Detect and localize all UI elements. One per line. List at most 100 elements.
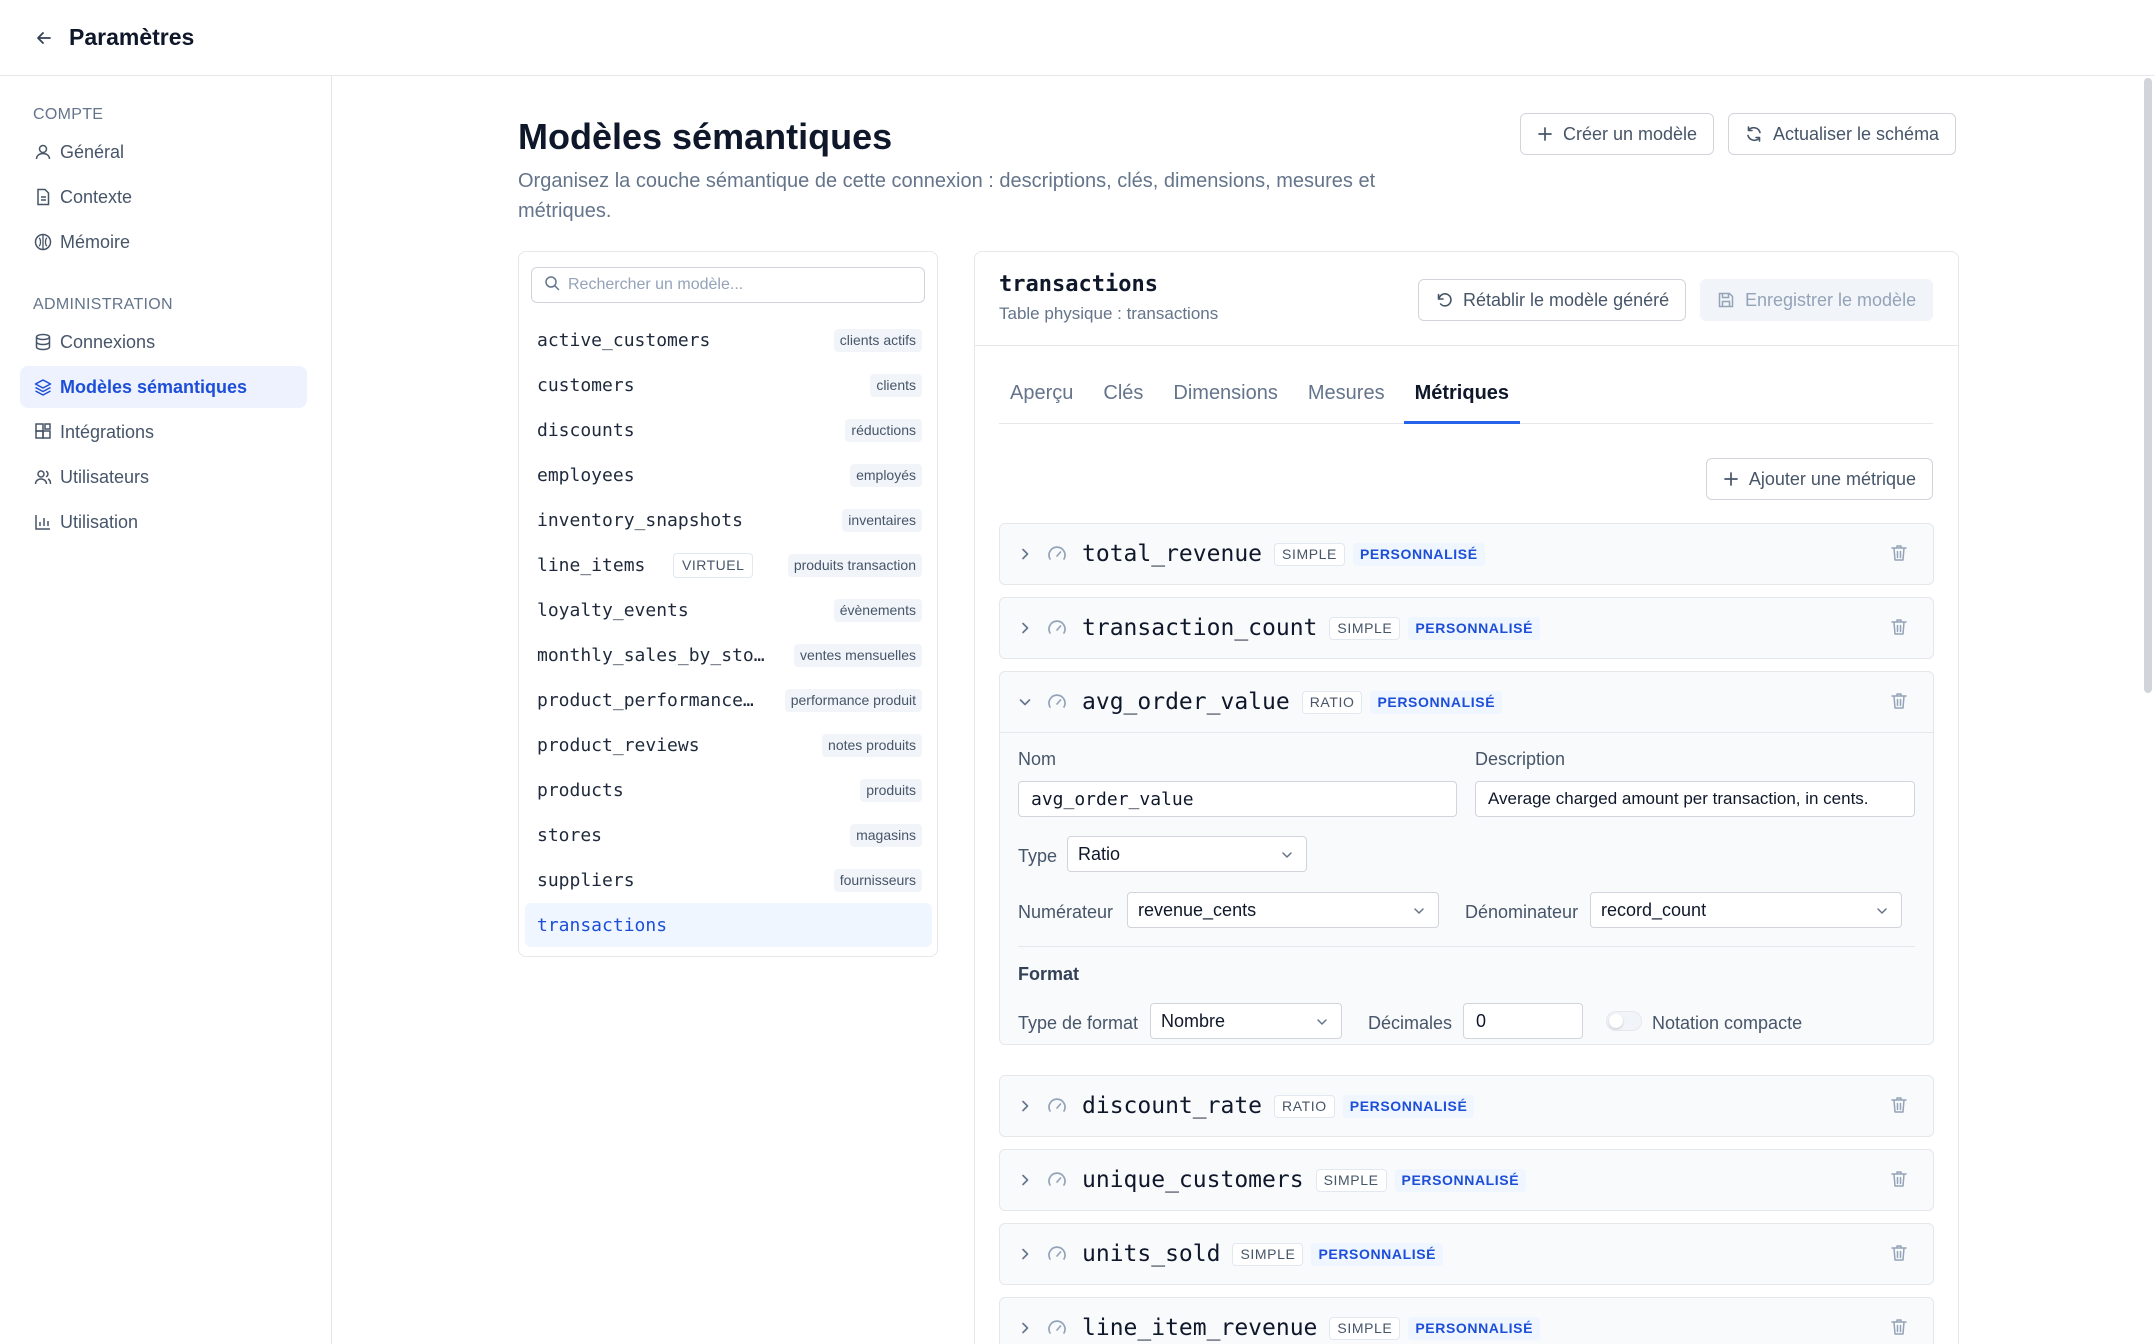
- bar-chart-icon: [33, 512, 53, 532]
- chevron-right-icon: [1018, 1099, 1034, 1113]
- model-item-inventory-snapshots[interactable]: inventory_snapshots inventaires: [525, 498, 932, 542]
- denominator-select-value: record_count: [1601, 899, 1707, 920]
- denominator-select[interactable]: record_count: [1590, 892, 1902, 928]
- sidebar-item-users[interactable]: Utilisateurs: [20, 456, 311, 498]
- trash-icon[interactable]: [1889, 617, 1909, 637]
- model-tag: inventaires: [842, 509, 922, 532]
- metric-header[interactable]: transaction_count SIMPLE PERSONNALISÉ: [1000, 598, 1933, 658]
- plus-icon: [1537, 126, 1553, 142]
- brain-icon: [33, 232, 53, 252]
- trash-icon[interactable]: [1889, 1243, 1909, 1263]
- arrow-left-icon[interactable]: [33, 27, 55, 49]
- sidebar-item-context[interactable]: Contexte: [20, 176, 311, 218]
- add-metric-button[interactable]: Ajouter une métrique: [1705, 458, 1933, 500]
- metric-status-badge: PERSONNALISÉ: [1311, 1242, 1444, 1266]
- sidebar-item-label: Connexions: [60, 331, 156, 352]
- model-name: products: [537, 779, 624, 801]
- sidebar-item-usage[interactable]: Utilisation: [20, 501, 311, 543]
- model-item-product-performance[interactable]: product_performance… performance produit: [525, 678, 932, 722]
- model-list: active_customers clients actifs customers…: [525, 318, 932, 948]
- numerator-select[interactable]: revenue_cents: [1127, 892, 1439, 928]
- tab-metrics[interactable]: Métriques: [1403, 372, 1521, 424]
- sidebar-section-account: COMPTE: [33, 106, 104, 123]
- sidebar-item-memory[interactable]: Mémoire: [20, 221, 311, 263]
- trash-icon[interactable]: [1889, 1317, 1909, 1337]
- model-item-employees[interactable]: employees employés: [525, 453, 932, 497]
- chevron-right-icon: [1018, 621, 1034, 635]
- decimals-input[interactable]: 0: [1463, 1003, 1583, 1039]
- create-model-button[interactable]: Créer un modèle: [1520, 113, 1715, 155]
- tab-overview[interactable]: Aperçu: [999, 372, 1084, 424]
- scrollbar[interactable]: [2144, 78, 2152, 693]
- metric-name-input[interactable]: avg_order_value: [1018, 781, 1457, 817]
- metric-kind-badge: RATIO: [1301, 690, 1363, 714]
- model-item-transactions[interactable]: transactions: [525, 903, 932, 947]
- model-name: discounts: [537, 419, 635, 441]
- refresh-schema-button[interactable]: Actualiser le schéma: [1728, 113, 1957, 155]
- metric-name: transaction_count: [1082, 615, 1318, 641]
- metric-header[interactable]: discount_rate RATIO PERSONNALISÉ: [1000, 1076, 1933, 1136]
- add-metric-label: Ajouter une métrique: [1748, 468, 1916, 489]
- metric-header[interactable]: total_revenue SIMPLE PERSONNALISÉ: [1000, 524, 1933, 584]
- main-description: Organisez la couche sémantique de cette …: [518, 170, 1376, 222]
- name-label: Nom: [1018, 749, 1057, 769]
- metric-status-badge: PERSONNALISÉ: [1370, 690, 1503, 714]
- save-model-button[interactable]: Enregistrer le modèle: [1700, 279, 1934, 321]
- metric-header[interactable]: line_item_revenue SIMPLE PERSONNALISÉ: [1000, 1298, 1933, 1344]
- metric-header[interactable]: units_sold SIMPLE PERSONNALISÉ: [1000, 1224, 1933, 1284]
- sidebar-section-admin: ADMINISTRATION: [33, 296, 173, 313]
- tab-dimensions[interactable]: Dimensions: [1162, 372, 1288, 424]
- model-item-product-reviews[interactable]: product_reviews notes produits: [525, 723, 932, 767]
- refresh-icon: [1745, 125, 1763, 143]
- tab-keys[interactable]: Clés: [1092, 372, 1154, 424]
- sidebar: COMPTE Général Contexte Mémoire ADMINIST…: [0, 76, 332, 1344]
- reset-model-label: Rétablir le modèle généré: [1463, 289, 1670, 310]
- trash-icon[interactable]: [1889, 1169, 1909, 1189]
- tab-measures[interactable]: Mesures: [1297, 372, 1396, 424]
- metric-header[interactable]: avg_order_value RATIO PERSONNALISÉ: [1000, 672, 1933, 732]
- sidebar-item-label: Intégrations: [60, 421, 155, 442]
- model-detail-panel: transactions Table physique : transactio…: [974, 251, 1959, 1344]
- compact-notation-toggle[interactable]: [1606, 1011, 1642, 1031]
- model-item-line-items[interactable]: line_items VIRTUEL produits transaction: [525, 543, 932, 587]
- sidebar-item-integrations[interactable]: Intégrations: [20, 411, 311, 453]
- plus-icon: [1723, 471, 1739, 487]
- model-item-active-customers[interactable]: active_customers clients actifs: [525, 318, 932, 362]
- search-icon: [544, 275, 560, 296]
- model-tag: notes produits: [822, 734, 922, 757]
- chevron-right-icon: [1018, 1173, 1034, 1187]
- model-item-customers[interactable]: customers clients: [525, 363, 932, 407]
- trash-icon[interactable]: [1889, 691, 1909, 711]
- sidebar-item-connections[interactable]: Connexions: [20, 321, 311, 363]
- model-name: customers: [537, 374, 635, 396]
- type-select[interactable]: Ratio: [1067, 836, 1307, 872]
- model-tag: performance produit: [784, 689, 922, 712]
- reset-model-button[interactable]: Rétablir le modèle généré: [1418, 279, 1687, 321]
- sidebar-item-semantic-models[interactable]: Modèles sémantiques: [20, 366, 307, 408]
- model-tag: produits: [860, 779, 922, 802]
- trash-icon[interactable]: [1889, 1095, 1909, 1115]
- metric-description-input[interactable]: Average charged amount per transaction, …: [1475, 781, 1915, 817]
- sidebar-item-label: Contexte: [60, 186, 133, 207]
- undo-icon: [1435, 291, 1453, 309]
- format-type-select[interactable]: Nombre: [1150, 1003, 1342, 1039]
- model-item-products[interactable]: products produits: [525, 768, 932, 812]
- metric-card: transaction_count SIMPLE PERSONNALISÉ: [999, 597, 1934, 659]
- model-item-discounts[interactable]: discounts réductions: [525, 408, 932, 452]
- toggle-knob: [1609, 1014, 1623, 1028]
- trash-icon[interactable]: [1889, 543, 1909, 563]
- format-title: Format: [1018, 964, 1080, 984]
- gauge-icon: [1046, 1317, 1070, 1339]
- sidebar-item-general[interactable]: Général: [20, 131, 311, 173]
- model-item-monthly-sales[interactable]: monthly_sales_by_sto… ventes mensuelles: [525, 633, 932, 677]
- top-bar: Paramètres: [0, 0, 2154, 76]
- chevron-down-icon: [1315, 1015, 1329, 1029]
- model-item-suppliers[interactable]: suppliers fournisseurs: [525, 858, 932, 902]
- divider: [975, 345, 1958, 346]
- metric-header[interactable]: unique_customers SIMPLE PERSONNALISÉ: [1000, 1150, 1933, 1210]
- model-item-stores[interactable]: stores magasins: [525, 813, 932, 857]
- search-input[interactable]: [568, 276, 898, 294]
- model-tag: réductions: [845, 419, 922, 442]
- model-item-loyalty-events[interactable]: loyalty_events évènements: [525, 588, 932, 632]
- model-tag: clients actifs: [833, 329, 922, 352]
